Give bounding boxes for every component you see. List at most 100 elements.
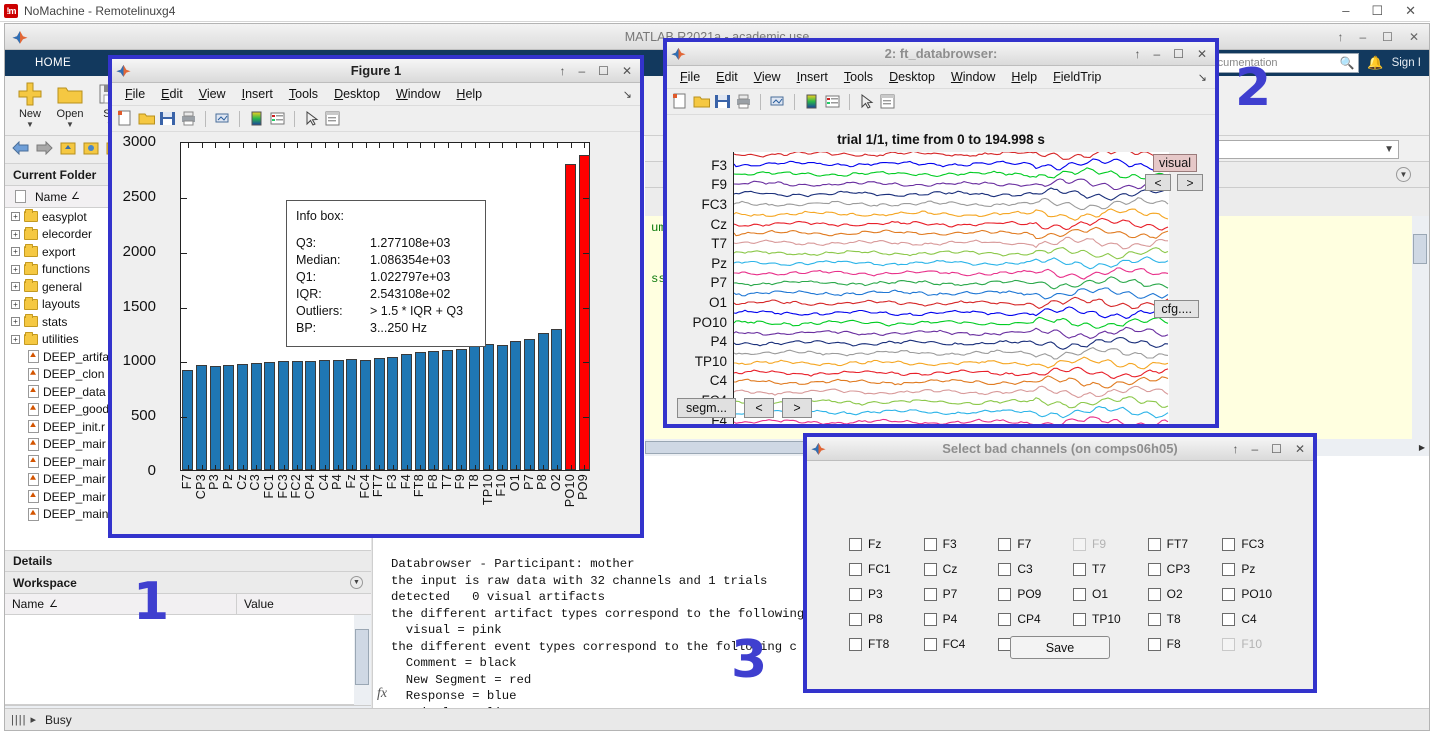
- new-figure-icon[interactable]: [117, 110, 134, 127]
- save-figure-icon[interactable]: [714, 93, 731, 110]
- sort-ascending-icon[interactable]: ∠: [71, 191, 80, 202]
- checkbox-F7[interactable]: F7: [998, 537, 1073, 551]
- print-figure-icon[interactable]: [180, 110, 197, 127]
- checkbox-box[interactable]: [849, 538, 862, 551]
- bell-icon[interactable]: 🔔: [1367, 55, 1383, 71]
- close-icon[interactable]: ✕: [622, 64, 632, 78]
- checkbox-box[interactable]: [1148, 538, 1161, 551]
- checkbox-box[interactable]: [849, 638, 862, 651]
- segment-button[interactable]: segm...: [677, 398, 736, 418]
- close-icon[interactable]: ✕: [1295, 442, 1305, 456]
- cfg-button[interactable]: cfg....: [1154, 300, 1199, 318]
- menu-item-tools[interactable]: Tools: [836, 70, 881, 84]
- expand-icon[interactable]: +: [11, 212, 20, 221]
- tab-home[interactable]: HOME: [17, 50, 89, 76]
- checkbox-FC3[interactable]: FC3: [1222, 537, 1297, 551]
- checkbox-box[interactable]: [1148, 613, 1161, 626]
- figure1-window[interactable]: Figure 1 ↑ – ☐ ✕ File Edit View Insert Tools…: [108, 55, 644, 538]
- artifact-next-button[interactable]: >: [1177, 174, 1203, 191]
- checkbox-Cz[interactable]: Cz: [924, 562, 999, 576]
- save-figure-icon[interactable]: [159, 110, 176, 127]
- checkbox-T7[interactable]: T7: [1073, 562, 1148, 576]
- expand-icon[interactable]: +: [11, 300, 20, 309]
- bad-channels-window-controls[interactable]: ↑ – ☐ ✕: [1232, 442, 1313, 456]
- checkbox-box[interactable]: [1222, 538, 1235, 551]
- maximize-icon[interactable]: ☐: [1271, 442, 1282, 456]
- menu-item-edit[interactable]: Edit: [708, 70, 746, 84]
- figure1-window-controls[interactable]: ↑ – ☐ ✕: [559, 64, 640, 78]
- scrollbar-thumb[interactable]: [355, 629, 369, 685]
- checkbox-P4[interactable]: P4: [924, 612, 999, 626]
- expand-icon[interactable]: +: [11, 317, 20, 326]
- menu-item-view[interactable]: View: [746, 70, 789, 84]
- open-file-icon[interactable]: [693, 93, 710, 110]
- databrowser-window[interactable]: 2: ft_databrowser: ↑ – ☐ ✕ File Edit View I…: [663, 38, 1219, 428]
- expand-icon[interactable]: +: [11, 247, 20, 256]
- column-header-name[interactable]: Name: [35, 190, 67, 204]
- minimize-icon[interactable]: –: [578, 64, 585, 78]
- channel-label-Pz[interactable]: Pz: [711, 256, 727, 271]
- plot-browser-icon[interactable]: [879, 93, 896, 110]
- expand-icon[interactable]: +: [11, 335, 20, 344]
- workspace-col-name[interactable]: Name ∠: [5, 594, 237, 614]
- segment-prev-button[interactable]: <: [744, 398, 774, 418]
- checkbox-box[interactable]: [1073, 588, 1086, 601]
- legend-icon[interactable]: [824, 93, 841, 110]
- checkbox-box[interactable]: [924, 613, 937, 626]
- pointer-icon[interactable]: [303, 110, 320, 127]
- restore-icon[interactable]: ↑: [559, 64, 565, 78]
- expand-icon[interactable]: +: [11, 265, 20, 274]
- colorbar-icon[interactable]: [248, 110, 265, 127]
- figure1-plot-canvas[interactable]: 0 500 1000 1500 2000 2500 3000 Info box: Q3: 1.…: [112, 132, 640, 534]
- forward-icon[interactable]: [36, 141, 53, 158]
- menu-item-desktop[interactable]: Desktop: [326, 87, 388, 101]
- menu-overflow-icon[interactable]: ↘: [623, 88, 640, 101]
- channel-label-TP10[interactable]: TP10: [695, 354, 727, 369]
- checkbox-box[interactable]: [924, 638, 937, 651]
- chevron-down-icon[interactable]: ▼: [1384, 144, 1394, 155]
- channel-label-FC3[interactable]: FC3: [701, 197, 727, 212]
- menu-item-file[interactable]: File: [117, 87, 153, 101]
- channel-label-T7[interactable]: T7: [711, 236, 727, 251]
- databrowser-bottom-buttons[interactable]: segm... < >: [677, 398, 812, 418]
- checkbox-FC1[interactable]: FC1: [849, 562, 924, 576]
- menu-item-fieldtrip[interactable]: FieldTrip: [1045, 70, 1109, 84]
- checkbox-box[interactable]: [1148, 563, 1161, 576]
- checkbox-box[interactable]: [1073, 563, 1086, 576]
- minimize-icon[interactable]: –: [1153, 47, 1160, 61]
- checkbox-box[interactable]: [998, 538, 1011, 551]
- panel-options-icon[interactable]: ▼: [350, 576, 363, 589]
- checkbox-CP4[interactable]: CP4: [998, 612, 1073, 626]
- segment-next-button[interactable]: >: [782, 398, 812, 418]
- checkbox-P3[interactable]: P3: [849, 587, 924, 601]
- close-icon[interactable]: ✕: [1405, 3, 1416, 19]
- menu-item-window[interactable]: Window: [943, 70, 1003, 84]
- checkbox-box[interactable]: [1222, 588, 1235, 601]
- channel-label-P7[interactable]: P7: [710, 275, 727, 290]
- workspace-col-value[interactable]: Value: [237, 594, 371, 614]
- checkbox-box[interactable]: [998, 563, 1011, 576]
- menu-item-view[interactable]: View: [191, 87, 234, 101]
- workspace-table-body[interactable]: [5, 615, 371, 705]
- artifact-nav-buttons[interactable]: < >: [1145, 174, 1203, 191]
- checkbox-box[interactable]: [1148, 638, 1161, 651]
- editor-vertical-scrollbar[interactable]: [1412, 216, 1429, 439]
- menu-item-desktop[interactable]: Desktop: [881, 70, 943, 84]
- checkbox-box[interactable]: [1148, 588, 1161, 601]
- menu-item-window[interactable]: Window: [388, 87, 448, 101]
- channel-label-PO10[interactable]: PO10: [692, 315, 727, 330]
- artifact-type-visual-button[interactable]: visual: [1153, 154, 1197, 172]
- checkbox-Fz[interactable]: Fz: [849, 537, 924, 551]
- databrowser-window-controls[interactable]: ↑ – ☐ ✕: [1134, 47, 1215, 61]
- channel-label-O1[interactable]: O1: [709, 295, 727, 310]
- restore-icon[interactable]: ↑: [1134, 47, 1140, 61]
- checkbox-PO9[interactable]: PO9: [998, 587, 1073, 601]
- checkbox-Pz[interactable]: Pz: [1222, 562, 1297, 576]
- checkbox-C3[interactable]: C3: [998, 562, 1073, 576]
- bad-channels-dialog[interactable]: Select bad channels (on comps06h05) ↑ – …: [803, 433, 1317, 693]
- checkbox-O2[interactable]: O2: [1148, 587, 1223, 601]
- expand-icon[interactable]: +: [11, 282, 20, 291]
- bad-channels-checkbox-grid[interactable]: Fz F3 F7 F9 FT7 FC3 FC1 Cz C3 T7 CP3 Pz P3 P7 PO9 O1 O2 P…: [849, 537, 1297, 651]
- save-button[interactable]: Save: [1010, 636, 1110, 659]
- open-file-icon[interactable]: [138, 110, 155, 127]
